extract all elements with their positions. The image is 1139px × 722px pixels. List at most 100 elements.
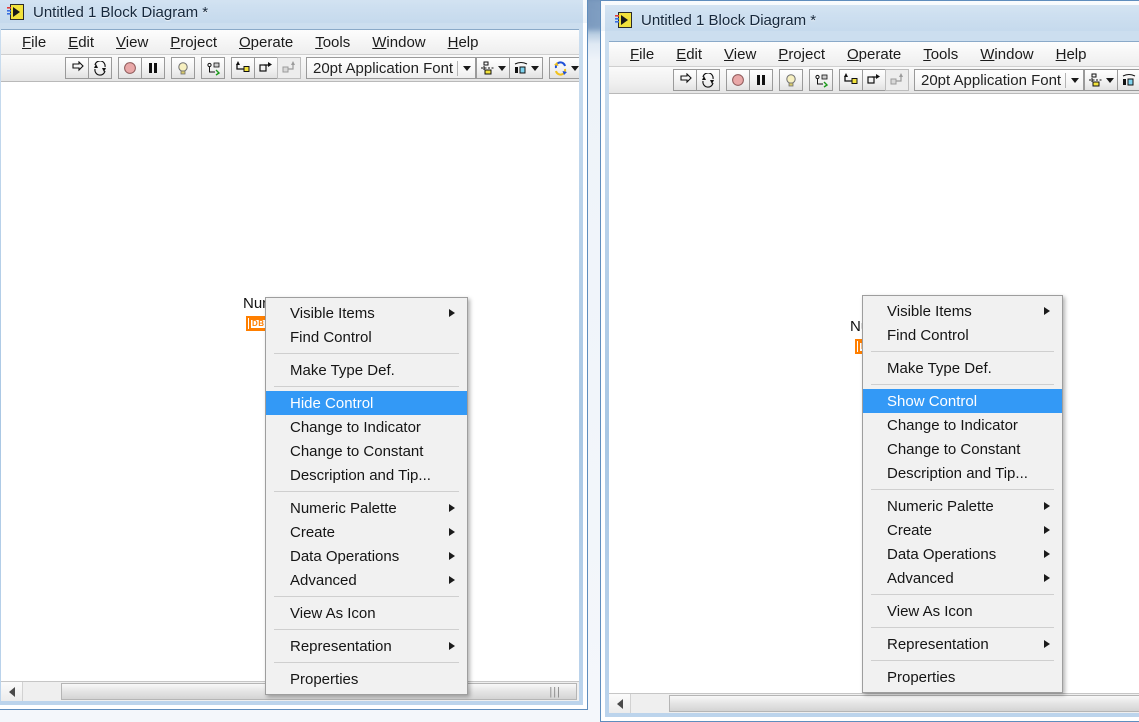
context-menu-item[interactable]: Description and Tip... [266,463,467,487]
menubar-item-window[interactable]: Window [361,32,436,53]
toolbar[interactable]: 20pt Application Font [609,67,1139,94]
context-menu-item-label: Hide Control [290,394,374,412]
menubar-item-project[interactable]: Project [159,32,228,53]
context-menu-item[interactable]: Create [266,520,467,544]
abort-execution-button[interactable] [118,57,142,79]
step-out-button[interactable] [277,57,301,79]
align-objects-button[interactable] [476,57,510,79]
context-menu-item[interactable]: Find Control [863,323,1062,347]
scrollbar-track[interactable] [631,694,1139,713]
run-continuously-button[interactable] [88,57,112,79]
context-menu-item[interactable]: Numeric Palette [266,496,467,520]
retain-wire-values-button[interactable] [201,57,225,79]
context-menu-item[interactable]: Representation [863,632,1062,656]
context-menu-item[interactable]: Make Type Def. [266,358,467,382]
horizontal-scrollbar[interactable] [609,693,1139,713]
context-menu-item[interactable]: Advanced [266,568,467,592]
chevron-down-icon[interactable] [498,65,506,71]
font-selector-divider [457,60,458,76]
context-menu-item[interactable]: Create [863,518,1062,542]
chevron-down-icon[interactable] [1071,77,1079,83]
context-menu-item[interactable]: Change to Indicator [266,415,467,439]
window-titlebar[interactable]: Untitled 1 Block Diagram * [601,1,1139,31]
context-menu-item-label: Find Control [887,326,969,344]
abort-execution-button[interactable] [726,69,750,91]
context-menu-item[interactable]: Advanced [863,566,1062,590]
retain-wire-values-button[interactable] [809,69,833,91]
submenu-arrow-icon [449,309,455,317]
submenu-arrow-icon [449,528,455,536]
menubar-item-operate[interactable]: Operate [228,32,304,53]
pause-button[interactable] [141,57,165,79]
run-continuously-button[interactable] [696,69,720,91]
menubar-item-project[interactable]: Project [767,44,836,65]
font-selector-value: 20pt Application Font [313,59,454,77]
terminal-context-menu-left[interactable]: Visible Items Find Control Make Type Def. H… [265,297,468,695]
distribute-objects-button[interactable] [509,57,543,79]
context-menu-item[interactable]: Change to Constant [863,437,1062,461]
menubar-item-edit[interactable]: Edit [57,32,105,53]
chevron-down-icon[interactable] [571,65,579,71]
context-menu-item-label: Visible Items [290,304,375,322]
pause-button[interactable] [749,69,773,91]
context-menu-item[interactable]: Visible Items [863,299,1062,323]
highlight-execution-button[interactable] [171,57,195,79]
context-menu-item[interactable]: Numeric Palette [863,494,1062,518]
context-menu-item[interactable]: View As Icon [266,601,467,625]
font-selector[interactable]: 20pt Application Font [306,57,476,79]
chevron-down-icon[interactable] [463,65,471,71]
context-menu-item[interactable]: Change to Constant [266,439,467,463]
context-menu-item[interactable]: Description and Tip... [863,461,1062,485]
menubar-item-view[interactable]: View [105,32,159,53]
distribute-objects-button[interactable] [1117,69,1139,91]
context-menu-item[interactable]: Data Operations [863,542,1062,566]
window-titlebar[interactable]: Untitled 1 Block Diagram * [0,0,587,23]
context-menu-item[interactable]: Find Control [266,325,467,349]
menubar-item-file[interactable]: File [619,44,665,65]
menubar-item-edit[interactable]: Edit [665,44,713,65]
step-into-button[interactable] [231,57,255,79]
step-over-button[interactable] [862,69,886,91]
chevron-down-icon[interactable] [1106,77,1114,83]
menubar[interactable]: File Edit View Project Operate Tools Window Hel… [1,30,579,55]
menubar-item-window[interactable]: Window [969,44,1044,65]
scroll-left-arrow[interactable] [609,694,631,713]
step-into-button[interactable] [839,69,863,91]
step-out-button[interactable] [885,69,909,91]
context-menu-item[interactable]: Change to Indicator [863,413,1062,437]
context-menu-item[interactable]: Visible Items [266,301,467,325]
scrollbar-thumb[interactable] [669,695,1139,712]
run-button[interactable] [65,57,89,79]
menubar-item-help[interactable]: Help [1045,44,1098,65]
context-menu-item[interactable]: Make Type Def. [863,356,1062,380]
chevron-down-icon[interactable] [531,65,539,71]
context-menu-item-label: View As Icon [290,604,376,622]
toolbar[interactable]: 20pt Application Font [1,55,579,82]
menubar-item-operate[interactable]: Operate [836,44,912,65]
menu-separator [871,627,1054,628]
menubar-item-tools[interactable]: Tools [304,32,361,53]
highlight-execution-button[interactable] [779,69,803,91]
menubar-item-help[interactable]: Help [437,32,490,53]
context-menu-item[interactable]: Properties [863,665,1062,689]
menubar-item-view[interactable]: View [713,44,767,65]
context-menu-item[interactable]: Representation [266,634,467,658]
run-button[interactable] [673,69,697,91]
reorder-button[interactable] [549,57,579,79]
scroll-left-arrow[interactable] [1,682,23,701]
submenu-arrow-icon [1044,550,1050,558]
context-menu-item[interactable]: Data Operations [266,544,467,568]
step-over-button[interactable] [254,57,278,79]
font-selector[interactable]: 20pt Application Font [914,69,1084,91]
context-menu-item[interactable]: Show Control [863,389,1062,413]
terminal-context-menu-right[interactable]: Visible Items Find Control Make Type Def. S… [862,295,1063,693]
align-objects-button[interactable] [1084,69,1118,91]
context-menu-item[interactable]: Properties [266,667,467,691]
context-menu-item[interactable]: Hide Control [266,391,467,415]
submenu-arrow-icon [449,504,455,512]
context-menu-item[interactable]: View As Icon [863,599,1062,623]
menubar-item-file[interactable]: File [11,32,57,53]
menubar-item-tools[interactable]: Tools [912,44,969,65]
context-menu-item-label: Make Type Def. [290,361,395,379]
menubar[interactable]: File Edit View Project Operate Tools Window Hel… [609,42,1139,67]
